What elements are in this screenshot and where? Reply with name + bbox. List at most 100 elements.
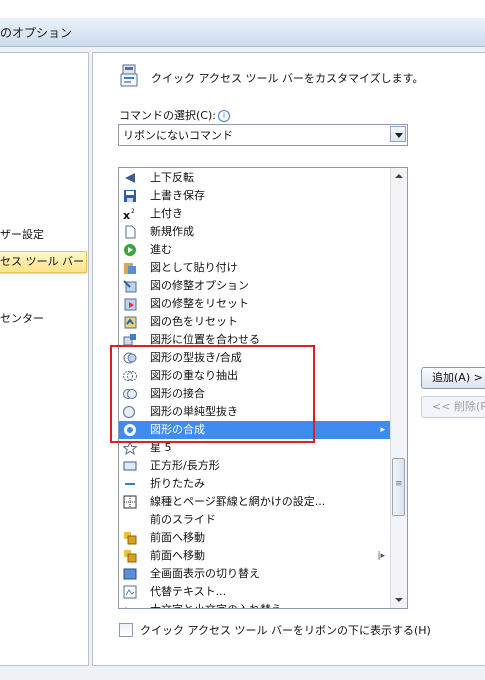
panel-heading: クイック アクセス ツール バーをカスタマイズします。 [151,72,424,85]
command-item[interactable]: 新規作成 [119,223,391,241]
command-item[interactable]: 図として貼り付け [119,259,391,277]
command-item[interactable]: 図形の接合 [119,385,391,403]
commands-dropdown[interactable]: リボンにないコマンド [118,124,408,146]
command-item-label: 図の修整をリセット [150,297,249,310]
submenu-arrow-icon: ▸ [380,425,385,435]
command-item[interactable]: 図形に位置を合わせる [119,331,391,349]
command-item-label: 図の色をリセット [150,315,238,328]
alt-text-icon [123,585,137,599]
command-item-label: 上下反転 [150,171,194,184]
fullscreen-icon [123,568,137,580]
command-item-label: 新規作成 [150,225,194,238]
borders-icon [123,495,137,509]
nav-item-quick-access-toolbar[interactable]: セス ツール バー [0,251,87,273]
svg-text:x: x [123,209,130,221]
command-item-label: 図形の型抜き/合成 [150,351,242,364]
scroll-up-arrow-icon[interactable] [391,168,407,184]
add-button[interactable]: 追加(A) > [421,367,485,389]
command-item[interactable]: 図形の重なり抽出 [119,367,391,385]
shape-combine-icon [123,352,137,364]
commands-list[interactable]: 上下反転上書き保存 x 2 上付き新規作成進む図として貼り付け 図の修整オプション 図の修… [118,167,408,609]
command-item[interactable]: 星 5 [119,439,391,457]
command-item[interactable]: 前面へ移動 [119,529,391,547]
below-ribbon-checkbox[interactable] [119,623,133,637]
svg-text:2: 2 [131,208,135,215]
command-item[interactable]: 前のスライド [119,511,391,529]
paste-picture-icon [124,263,136,274]
command-item-label: 図として貼り付け [150,261,238,274]
command-item-label: 上付き [150,207,183,220]
nav-divider [0,273,86,274]
flip-icon [125,173,135,183]
command-item-label: 図形の単純型抜き [150,405,238,418]
command-item-label: 図の修整オプション [150,279,249,292]
shape-merge-icon [124,424,136,436]
quick-access-toolbar-icon [120,64,138,87]
commands-dropdown-value: リボンにないコマンド [123,129,233,142]
forward-icon [124,244,136,256]
command-item[interactable]: Aa 大文字と小文字の入れ替え [119,601,391,608]
command-item[interactable]: 正方形/長方形 [119,457,391,475]
reset-picture-icon [124,298,137,311]
command-item-label: 図形の重なり抽出 [150,369,238,382]
command-item-label: 星 5 [150,441,172,454]
nav-item-user-settings[interactable]: ザー設定 [0,225,86,245]
command-item[interactable]: 折りたたみ [119,475,391,493]
command-item-label: 線種とページ罫線と網かけの設定... [150,495,326,508]
command-item[interactable]: 図形の型抜き/合成 [119,349,391,367]
command-item[interactable]: 上下反転 [119,169,391,187]
command-item[interactable]: 図形の単純型抜き [119,403,391,421]
command-item-label: 上書き保存 [150,189,205,202]
below-ribbon-label[interactable]: クイック アクセス ツール バーをリボンの下に表示する(H) [140,622,431,638]
command-item-label: 前のスライド [150,513,216,526]
info-icon[interactable]: i [217,110,230,122]
command-item[interactable]: 前面へ移動 |▸ [119,547,391,565]
scroll-thumb[interactable] [392,458,405,516]
remove-button[interactable]: << 削除(R) [421,396,485,418]
change-case-icon: Aa [123,607,135,608]
command-item-label: 大文字と小文字の入れ替え [150,601,282,608]
command-item-label: 全画面表示の切り替え [150,567,260,580]
title-bar [0,0,485,47]
command-item[interactable]: 全画面表示の切り替え [119,565,391,583]
command-item[interactable]: 図の修整をリセット [119,295,391,313]
superscript-icon: x2 [123,208,135,221]
shape-union-icon [123,389,137,399]
picture-options-icon [123,280,137,293]
scroll-down-arrow-icon[interactable] [391,592,407,608]
command-item[interactable]: 上書き保存 [119,187,391,205]
save-icon [124,190,136,202]
command-item-label: 前面へ移動 [150,549,205,562]
window-title: のオプション [0,26,73,40]
command-item[interactable]: 図の色をリセット [119,313,391,331]
command-item[interactable]: 線種とページ罫線と網かけの設定... [119,493,391,511]
chevron-down-icon[interactable] [390,126,406,142]
rectangle-icon [123,461,137,471]
command-item-label: 折りたたみ [150,477,205,490]
command-item-label: 図形の合成 [150,423,205,436]
shape-intersect-icon [123,371,137,381]
nav-item-trust-center[interactable]: センター [0,309,86,329]
commands-list-scrollbar[interactable] [390,168,407,608]
command-item-label: 代替テキスト... [150,585,227,598]
command-item-label: 正方形/長方形 [150,459,220,472]
options-nav: ザー設定 セス ツール バー センター [0,52,89,666]
new-doc-icon [125,225,136,239]
choose-commands-label: コマンドの選択(C): i [119,107,230,123]
snap-shape-icon [123,334,136,346]
command-item[interactable]: 図形の合成 ▸ [119,421,391,439]
reset-color-icon [124,316,137,329]
collapse-icon [125,483,135,485]
command-item[interactable]: 図の修整オプション [119,277,391,295]
command-item-label: 進む [150,243,172,256]
shape-subtract-icon [123,406,135,418]
command-item-label: 前面へ移動 [150,531,205,544]
command-item-label: 図形の接合 [150,387,205,400]
command-item[interactable]: 代替テキスト... [119,583,391,601]
submenu-arrow-icon: |▸ [377,551,385,561]
bring-forward-icon [124,532,137,545]
command-item-label: 図形に位置を合わせる [150,333,260,346]
star-icon [123,441,137,455]
command-item[interactable]: x 2 上付き [119,205,391,223]
command-item[interactable]: 進む [119,241,391,259]
